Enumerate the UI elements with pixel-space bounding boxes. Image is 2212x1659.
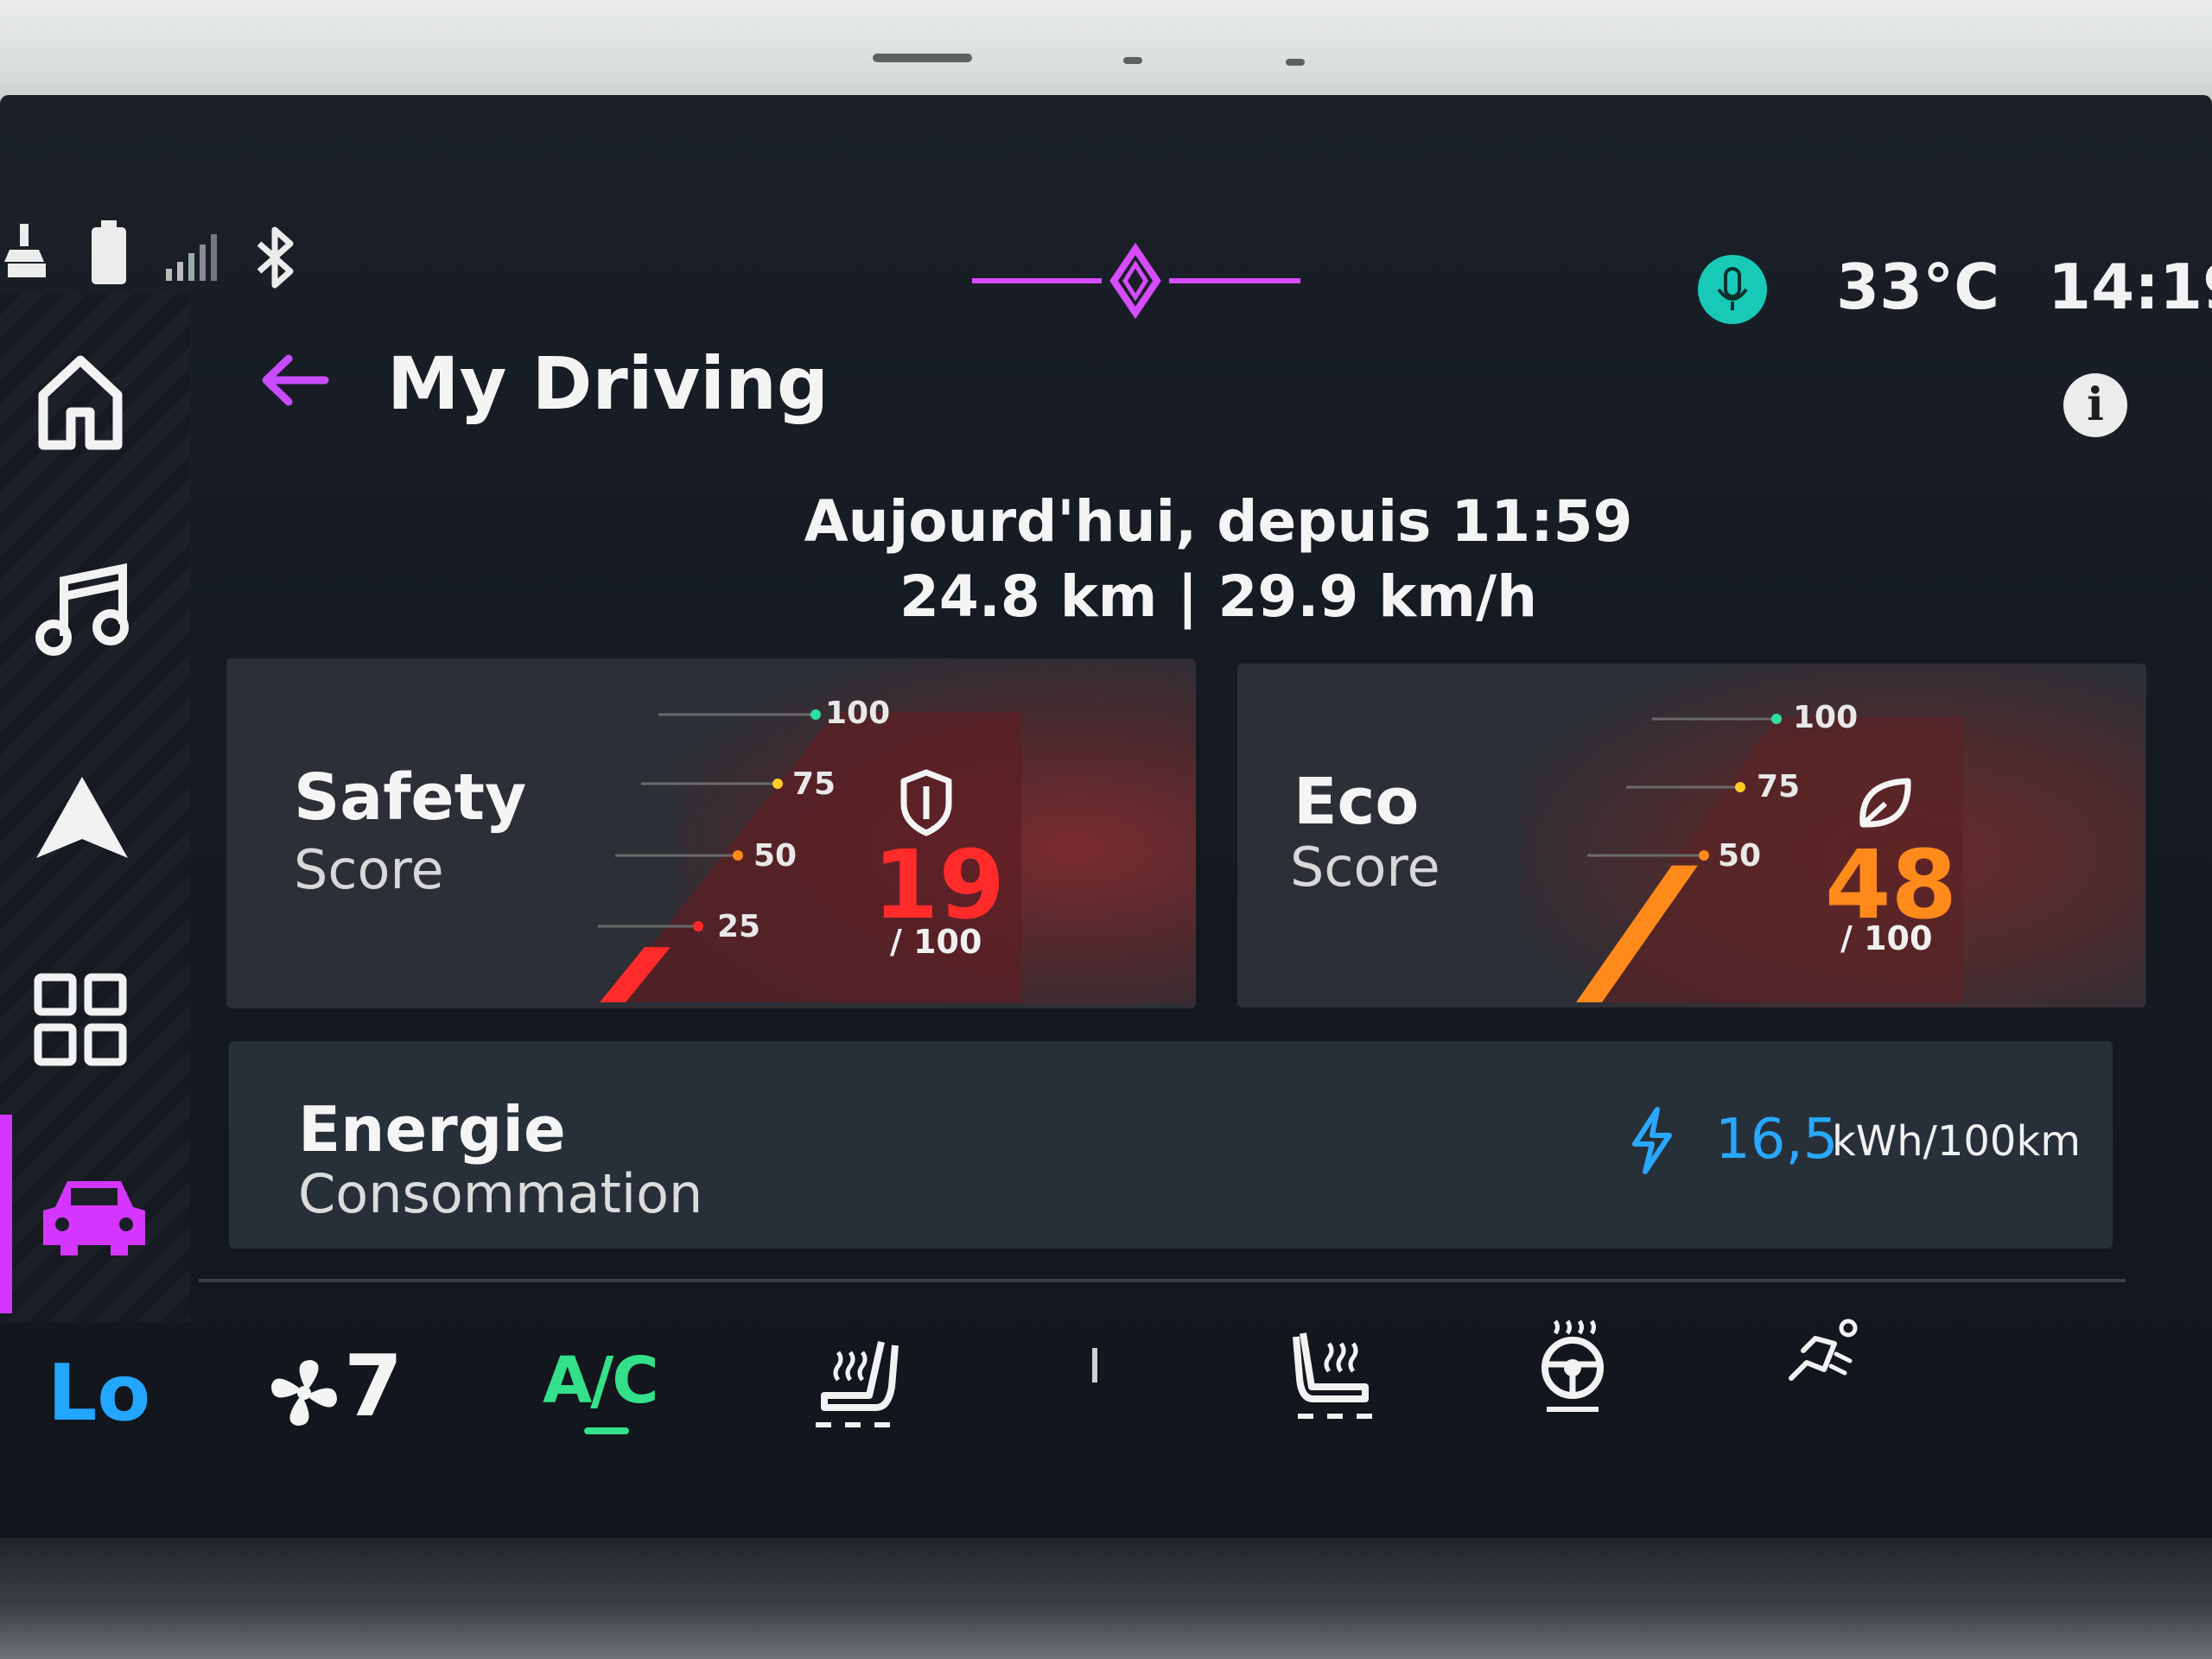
seat-massage-icon [1789,1319,1858,1381]
ac-button[interactable]: A/C [543,1344,659,1418]
sidebar-item-car[interactable] [38,1171,150,1261]
safety-tick-label-50: 50 [753,838,798,874]
bezel-bottom [0,1538,2212,1659]
bezel-dot [1286,59,1305,66]
navigation-icon [36,777,128,858]
seat-heat-right-button[interactable] [1293,1326,1379,1425]
seat-heat-left-button[interactable] [812,1335,899,1433]
eco-dot-100 [1771,714,1782,724]
eco-subtitle: Score [1290,836,1440,899]
safety-dot-100 [810,709,821,720]
sidebar-item-home[interactable] [33,350,128,457]
ac-active-indicator [584,1427,629,1434]
seat-person-icon [4,220,49,281]
home-icon [38,355,123,450]
energy-title: Energie [298,1093,566,1166]
safety-score-max: / 100 [890,923,982,961]
climate-temperature-button[interactable]: Lo [48,1348,150,1439]
energy-subtitle: Consommation [298,1162,703,1225]
car-icon [43,1181,145,1255]
eco-tick-label-50: 50 [1718,838,1762,874]
safety-subtitle: Score [294,838,444,901]
safety-tick-label-25: 25 [717,909,761,944]
session-stats: 24.8 km | 29.9 km/h [899,563,1538,630]
battery-icon [90,220,128,286]
info-button[interactable]: i [2063,373,2127,437]
sidebar-item-navigation[interactable] [33,773,131,867]
steering-wheel-heat-icon [1541,1319,1604,1412]
clock: 14:19 [2048,251,2212,323]
session-title: Aujourd'hui, depuis 11:59 [804,488,1633,555]
seat-heat-left-icon [816,1341,899,1427]
safety-dot-75 [772,779,783,789]
safety-tick-label-75: 75 [792,766,836,802]
lightning-icon [1626,1106,1678,1179]
climate-separator [1092,1348,1097,1382]
fan-button[interactable] [266,1355,342,1434]
eco-dot-75 [1735,782,1745,792]
bezel-dot [1123,57,1142,64]
fan-icon [271,1360,337,1426]
signal-icon [164,229,225,283]
fan-speed-value: 7 [344,1338,404,1436]
voice-assistant-button[interactable] [1698,255,1767,324]
bezel-slot [873,54,972,62]
safety-title: Safety [294,760,527,835]
seat-heat-right-icon [1293,1332,1372,1419]
eco-dot-50 [1699,850,1709,861]
eco-score-max: / 100 [1840,919,1933,957]
eco-tick-label-75: 75 [1757,769,1801,804]
climate-divider [199,1279,2126,1282]
bluetooth-icon [252,226,301,289]
renault-logo-icon [972,242,1300,323]
back-button[interactable] [259,350,330,414]
energy-unit: kWh/100km [1832,1117,2082,1166]
eco-tick-label-100: 100 [1793,700,1859,735]
safety-tick-label-100: 100 [825,696,891,731]
outside-temperature: 33°C [1836,251,2000,323]
back-arrow-icon [262,354,329,406]
sidebar-item-apps[interactable] [33,972,128,1071]
page-title: My Driving [387,341,830,426]
microphone-icon [1717,267,1748,310]
safety-dot-25 [693,921,703,931]
seat-massage-button[interactable] [1784,1318,1862,1390]
sidebar-active-indicator [0,1115,12,1313]
safety-dot-50 [733,850,743,861]
info-icon: i [2087,378,2104,431]
eco-title: Eco [1294,765,1420,839]
steering-wheel-heat-button[interactable] [1536,1318,1609,1418]
energy-value: 16,5 [1715,1108,1839,1172]
apps-icon [34,973,127,1066]
